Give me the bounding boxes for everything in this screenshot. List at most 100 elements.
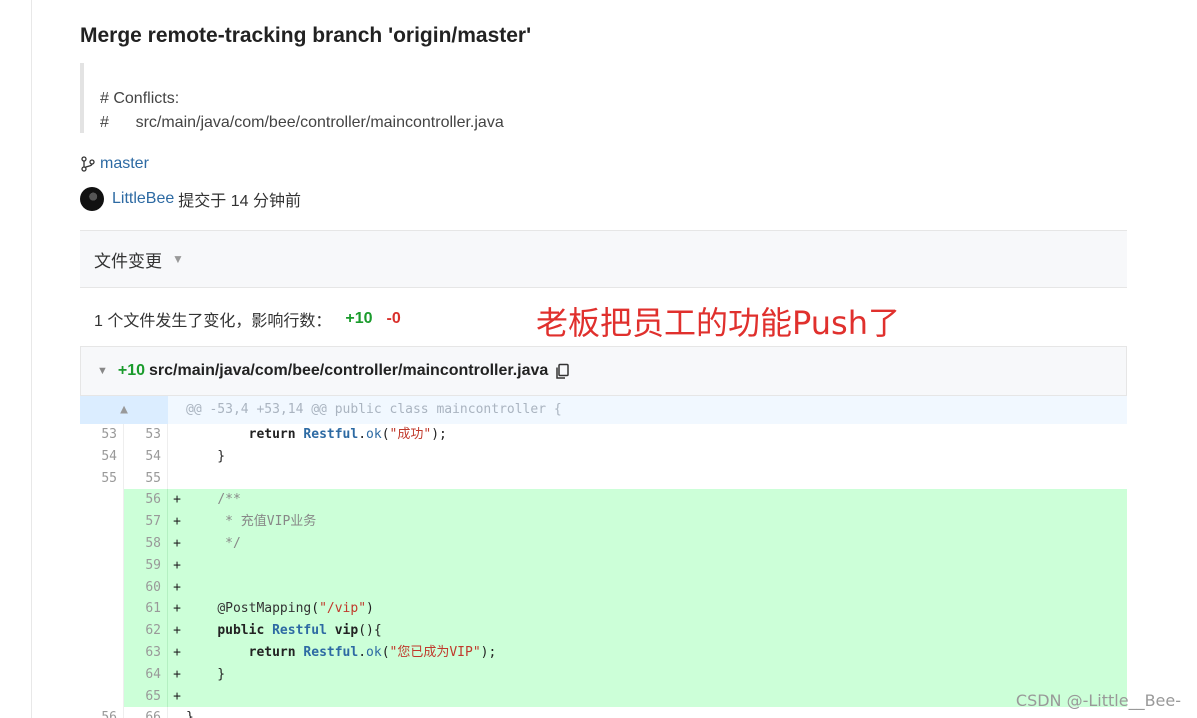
diff-sign bbox=[168, 424, 186, 446]
old-line-number[interactable] bbox=[80, 620, 124, 642]
code-line: } bbox=[186, 710, 194, 718]
new-line-number[interactable]: 58 bbox=[124, 532, 168, 555]
new-line-number[interactable]: 61 bbox=[124, 598, 168, 621]
diff-sign: + bbox=[173, 514, 181, 530]
diff-row-context: 54 54 } bbox=[80, 445, 1127, 468]
file-path: src/main/java/com/bee/controller/maincon… bbox=[149, 362, 549, 379]
old-line-number[interactable] bbox=[80, 532, 124, 555]
diff-row-added: 61 + @PostMapping("/vip") bbox=[80, 598, 1127, 621]
commit-message-line: # Conflicts: bbox=[100, 90, 180, 107]
new-line-number[interactable]: 66 bbox=[124, 707, 168, 718]
expand-up-icon[interactable]: ▲ bbox=[80, 396, 168, 424]
file-changes-dropdown[interactable]: 文件变更 ▼ bbox=[80, 230, 1127, 288]
diff-sign: + bbox=[173, 579, 181, 595]
old-line-number[interactable] bbox=[80, 598, 124, 621]
diff-row-added: 63 + return Restful.ok("您已成为VIP"); bbox=[80, 641, 1127, 664]
diff-row-added: 57 + * 充值VIP业务 bbox=[80, 511, 1127, 533]
new-line-number[interactable]: 64 bbox=[124, 663, 168, 686]
old-line-number[interactable]: 56 bbox=[80, 707, 124, 718]
diff-sign bbox=[168, 468, 186, 490]
old-line-number[interactable] bbox=[80, 641, 124, 664]
old-line-number[interactable] bbox=[80, 554, 124, 577]
diff-row-added: 65 + bbox=[80, 685, 1127, 708]
old-line-number[interactable] bbox=[80, 511, 124, 533]
old-line-number[interactable] bbox=[80, 663, 124, 686]
diff-sign: + bbox=[173, 666, 181, 682]
diff-sign bbox=[168, 707, 186, 718]
diff-sign: + bbox=[173, 601, 181, 617]
old-line-number[interactable] bbox=[80, 489, 124, 512]
copy-icon[interactable] bbox=[554, 363, 570, 380]
avatar[interactable] bbox=[80, 187, 104, 211]
branch-link[interactable]: master bbox=[80, 155, 149, 173]
code-line: * 充值VIP业务 bbox=[186, 514, 317, 530]
watermark: CSDN @-Little__Bee- bbox=[1015, 691, 1181, 710]
commit-author-row: LittleBee 提交于 14 分钟前 bbox=[80, 187, 301, 211]
new-line-number[interactable]: 56 bbox=[124, 489, 168, 512]
author-link[interactable]: LittleBee bbox=[112, 190, 174, 208]
new-line-number[interactable]: 55 bbox=[124, 467, 168, 490]
new-line-number[interactable]: 54 bbox=[124, 445, 168, 468]
diff-row-added: 64 + } bbox=[80, 663, 1127, 686]
hunk-header-row: ▲ @@ -53,4 +53,14 @@ public class mainco… bbox=[80, 396, 1127, 424]
diff-sign: + bbox=[173, 688, 181, 704]
code-line: return Restful.ok("您已成为VIP"); bbox=[248, 644, 497, 660]
new-line-number[interactable]: 60 bbox=[124, 576, 168, 599]
diff-sign: + bbox=[173, 623, 181, 639]
code-line: } bbox=[186, 666, 226, 682]
overlay-annotation: 老板把员工的功能Push了 bbox=[536, 304, 900, 342]
new-line-number[interactable]: 57 bbox=[124, 511, 168, 533]
diff-row-context: 56 66} bbox=[80, 707, 1127, 718]
old-line-number[interactable]: 53 bbox=[80, 424, 124, 446]
file-changes-label: 文件变更 bbox=[94, 251, 162, 271]
diff-sign: + bbox=[173, 644, 181, 660]
commit-message-line: # src/main/java/com/bee/controller/mainc… bbox=[100, 114, 504, 131]
code-line: } bbox=[186, 448, 226, 464]
code-line: @PostMapping("/vip") bbox=[217, 601, 374, 617]
commit-time: 提交于 14 分钟前 bbox=[178, 193, 301, 210]
code-line: return Restful.ok("成功"); bbox=[248, 427, 447, 442]
file-diff-header[interactable]: ▼ +10 src/main/java/com/bee/controller/m… bbox=[80, 346, 1127, 396]
branch-name: master bbox=[100, 155, 149, 172]
collapse-triangle-icon[interactable]: ▼ bbox=[97, 365, 108, 377]
old-line-number[interactable] bbox=[80, 576, 124, 599]
new-line-number[interactable]: 59 bbox=[124, 554, 168, 577]
diff-sign: + bbox=[173, 492, 181, 508]
diff-row-context: 55 55 bbox=[80, 467, 1127, 490]
file-additions: +10 bbox=[117, 362, 146, 379]
code-line: public Restful vip(){ bbox=[217, 623, 382, 639]
diff-row-added: 62 + public Restful vip(){ bbox=[80, 620, 1127, 642]
old-line-number[interactable]: 54 bbox=[80, 445, 124, 468]
diff-row-added: 60 + bbox=[80, 576, 1127, 599]
summary-text: 1 个文件发生了变化，影响行数： bbox=[94, 313, 332, 330]
code-line: /** bbox=[217, 492, 241, 508]
diff-row-added: 58 + */ bbox=[80, 532, 1127, 555]
hunk-header: @@ -53,4 +53,14 @@ public class maincont… bbox=[186, 402, 562, 417]
page-left-border bbox=[31, 0, 32, 718]
deletions-count: -0 bbox=[386, 310, 401, 327]
diff-sign bbox=[168, 446, 186, 468]
commit-message: # Conflicts: # src/main/java/com/bee/con… bbox=[80, 63, 680, 133]
diff-row-added: 56 + /** bbox=[80, 489, 1127, 512]
diff-sign: + bbox=[173, 535, 181, 551]
diff-sign: + bbox=[173, 557, 181, 573]
caret-down-icon: ▼ bbox=[172, 252, 184, 266]
new-line-number[interactable]: 53 bbox=[124, 424, 168, 446]
additions-count: +10 bbox=[345, 310, 373, 327]
diff-row-added: 59 + bbox=[80, 554, 1127, 577]
old-line-number[interactable] bbox=[80, 685, 124, 708]
diff-table: ▲ @@ -53,4 +53,14 @@ public class mainco… bbox=[80, 396, 1127, 718]
code-line: */ bbox=[186, 535, 241, 551]
commit-title: Merge remote-tracking branch 'origin/mas… bbox=[80, 24, 532, 47]
new-line-number[interactable]: 62 bbox=[124, 620, 168, 642]
diff-row-context: 53 53 return Restful.ok("成功"); bbox=[80, 424, 1127, 446]
new-line-number[interactable]: 65 bbox=[124, 685, 168, 708]
branch-icon bbox=[81, 156, 95, 172]
change-summary: 1 个文件发生了变化，影响行数： +10 -0 bbox=[94, 307, 401, 331]
old-line-number[interactable]: 55 bbox=[80, 467, 124, 490]
new-line-number[interactable]: 63 bbox=[124, 641, 168, 664]
